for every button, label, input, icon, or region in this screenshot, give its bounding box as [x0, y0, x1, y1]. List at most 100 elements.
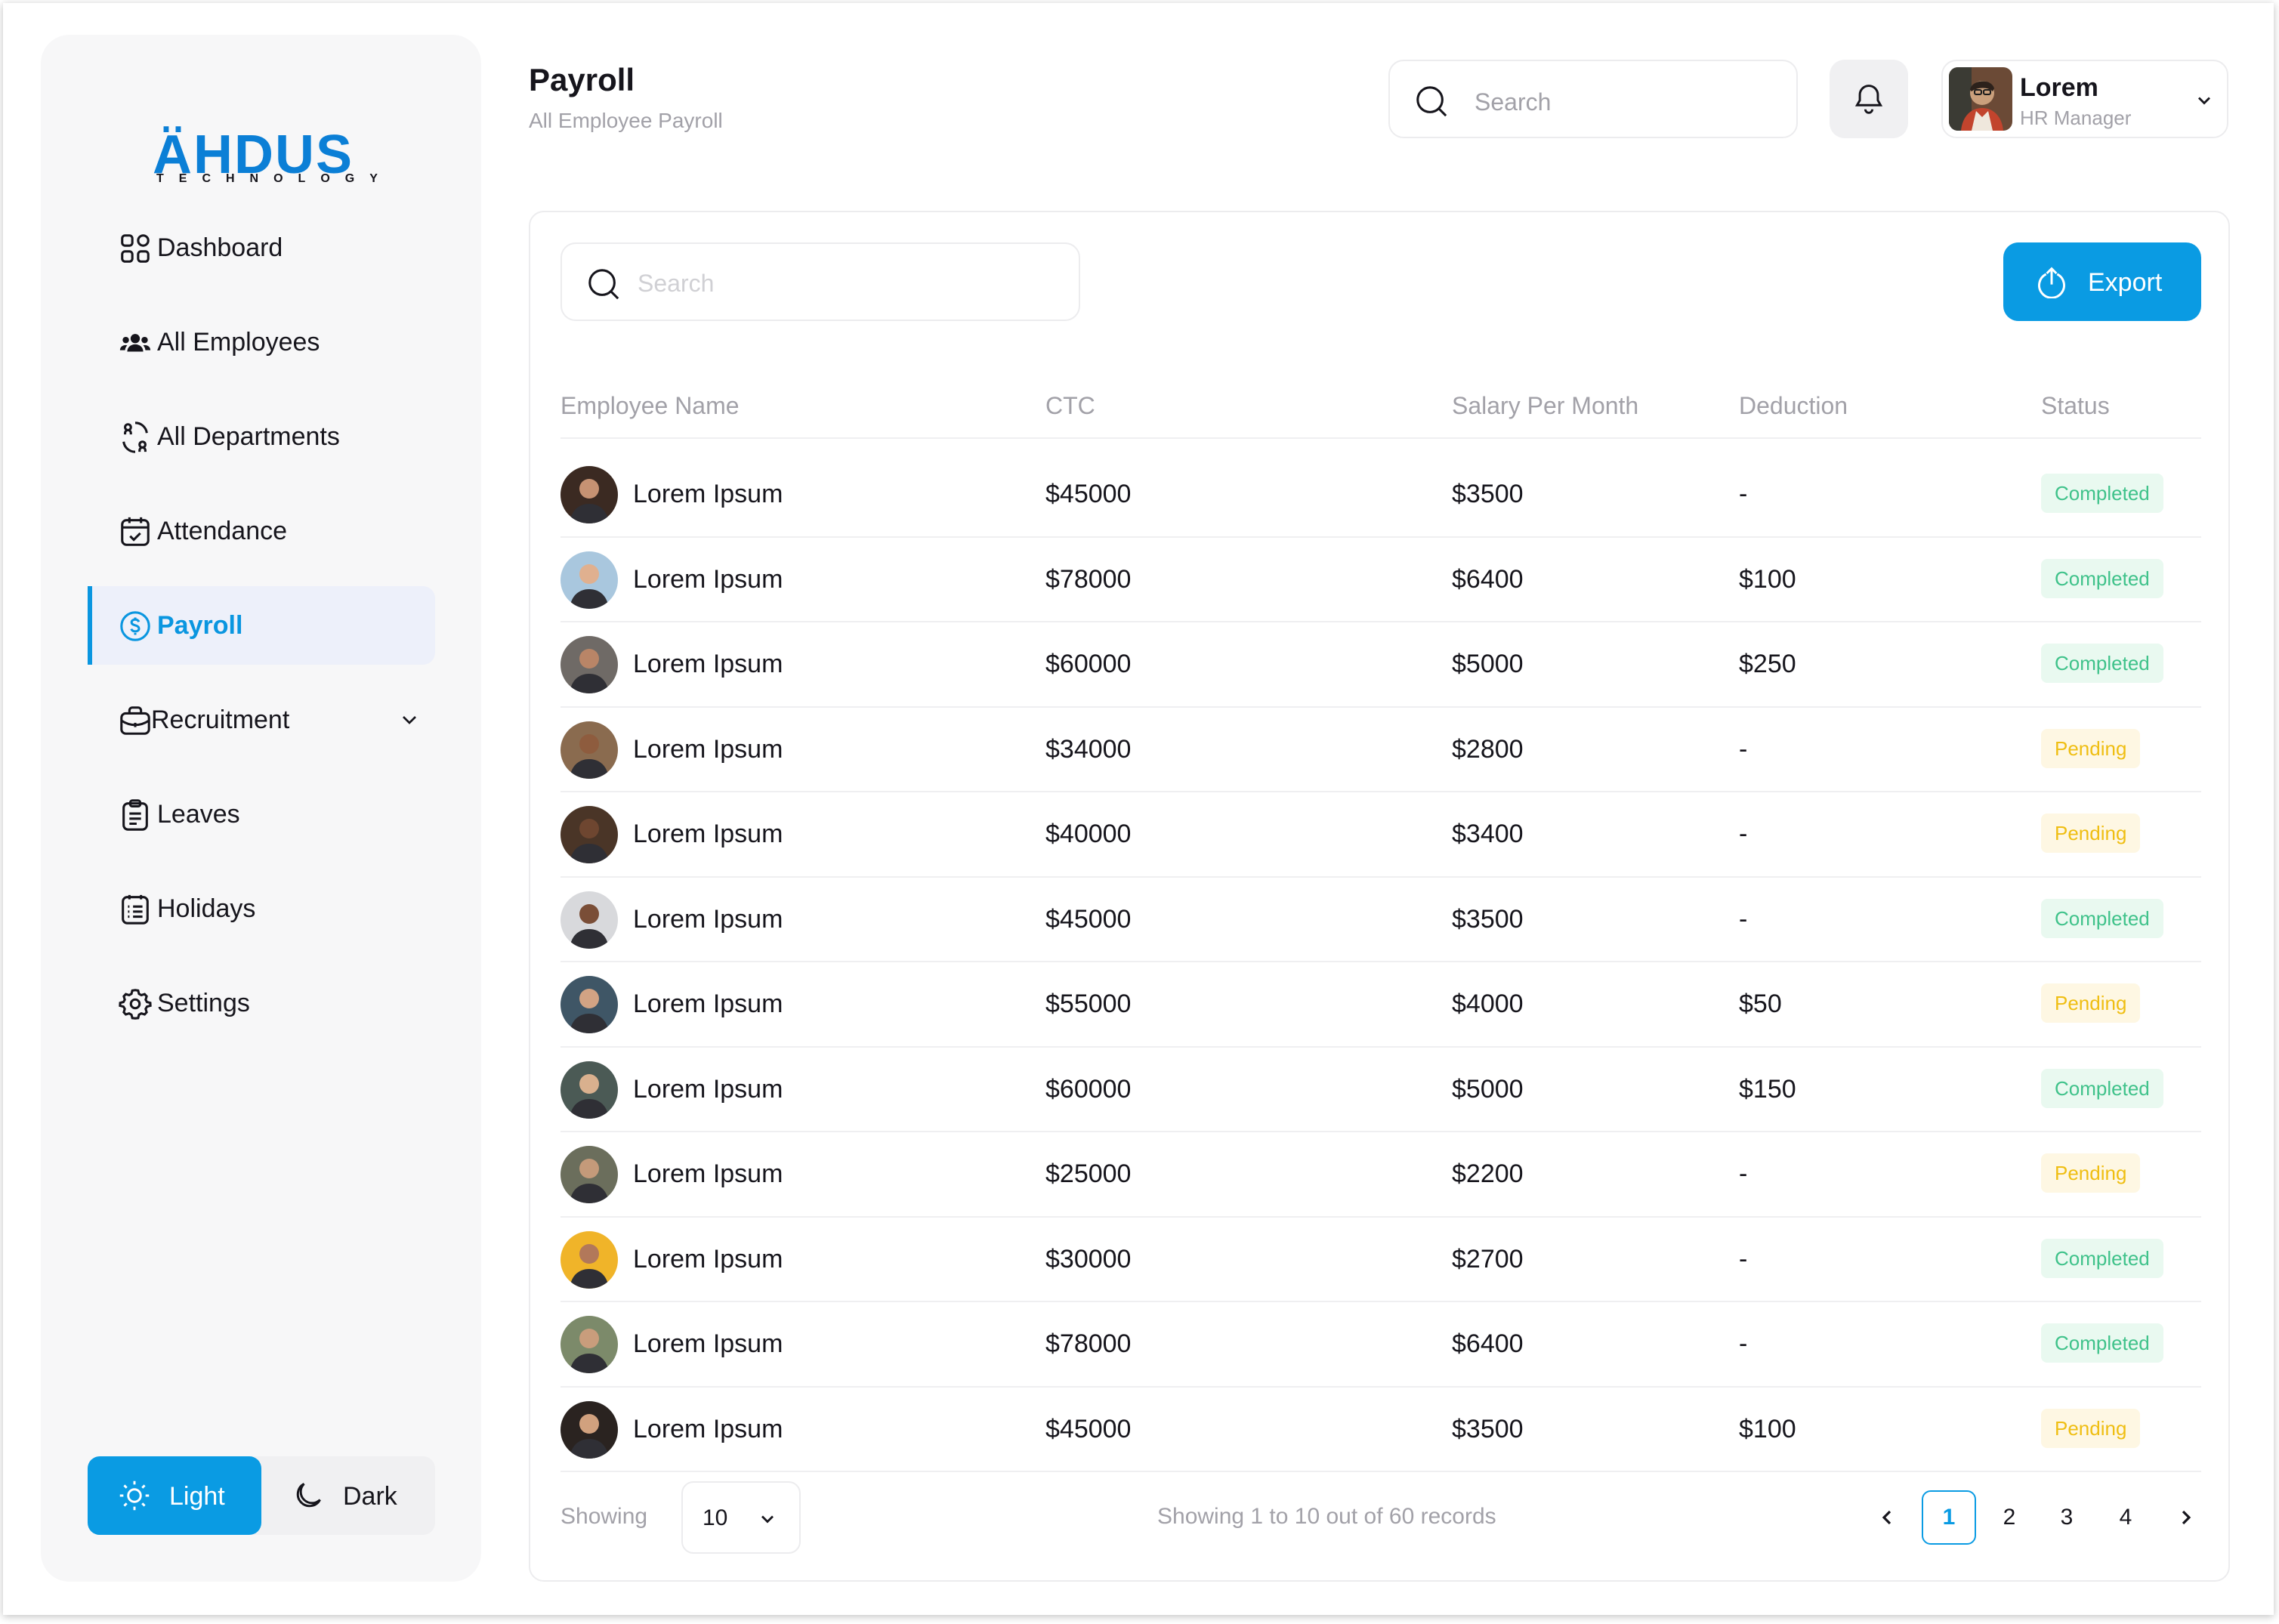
- sidebar-item-label: Recruitment: [151, 705, 290, 734]
- table-row[interactable]: Lorem Ipsum $60000 $5000 $150 Completed: [560, 1048, 2201, 1132]
- sun-icon: [119, 1480, 150, 1511]
- table-row[interactable]: Lorem Ipsum $40000 $3400 - Pending: [560, 792, 2201, 878]
- sidebar-item-all-employees[interactable]: All Employees: [88, 303, 435, 381]
- ctc-value: $40000: [1045, 820, 1132, 848]
- table-row[interactable]: Lorem Ipsum $60000 $5000 $250 Completed: [560, 622, 2201, 708]
- table-row[interactable]: Lorem Ipsum $78000 $6400 - Completed: [560, 1302, 2201, 1388]
- employee-name[interactable]: Lorem Ipsum: [633, 1075, 783, 1104]
- page-button-1[interactable]: 1: [1922, 1490, 1976, 1545]
- page-size-select[interactable]: 10: [681, 1481, 801, 1554]
- sidebar-item-payroll[interactable]: Payroll: [88, 586, 435, 665]
- chevron-down-icon: [761, 1515, 774, 1524]
- chevron-down-icon[interactable]: [397, 708, 422, 732]
- column-header-employee-name[interactable]: Employee Name: [560, 392, 740, 420]
- avatar: [560, 1061, 618, 1119]
- user-profile-menu[interactable]: Lorem HR Manager: [1941, 60, 2228, 138]
- export-label: Export: [2088, 268, 2163, 297]
- table-search: [560, 242, 1080, 321]
- table-row[interactable]: Lorem Ipsum $45000 $3500 - Completed: [560, 878, 2201, 962]
- employee-name[interactable]: Lorem Ipsum: [633, 905, 783, 934]
- company-logo[interactable]: ÄHDUS TECHNOLOGY: [116, 88, 378, 193]
- employee-name[interactable]: Lorem Ipsum: [633, 1415, 783, 1444]
- employee-name[interactable]: Lorem Ipsum: [633, 820, 783, 849]
- sidebar-nav: Dashboard All Employees All Departments …: [88, 208, 435, 1058]
- salary-value: $2700: [1452, 1244, 1524, 1274]
- column-header-deduction[interactable]: Deduction: [1739, 392, 1848, 420]
- sidebar-item-settings[interactable]: Settings: [88, 964, 435, 1042]
- employee-name[interactable]: Lorem Ipsum: [633, 735, 783, 764]
- page-button-3[interactable]: 3: [2040, 1490, 2094, 1545]
- sidebar-item-label: Attendance: [157, 516, 288, 545]
- ctc-value: $55000: [1045, 990, 1132, 1018]
- page-button-2[interactable]: 2: [1982, 1490, 2037, 1545]
- records-info: Showing 1 to 10 out of 60 records: [1157, 1504, 1496, 1529]
- employee-name[interactable]: Lorem Ipsum: [633, 480, 783, 509]
- light-theme-button[interactable]: Light: [88, 1456, 261, 1535]
- user-name: Lorem: [2020, 73, 2098, 102]
- table-row[interactable]: Lorem Ipsum $30000 $2700 - Completed: [560, 1218, 2201, 1302]
- salary-value: $3400: [1452, 820, 1524, 848]
- status-badge: Completed: [2041, 558, 2163, 598]
- sidebar-item-recruitment[interactable]: Recruitment: [88, 681, 435, 759]
- table-row[interactable]: Lorem Ipsum $45000 $3500 - Completed: [560, 452, 2201, 538]
- column-header-ctc[interactable]: CTC: [1045, 392, 1095, 420]
- salary-value: $3500: [1452, 904, 1524, 934]
- calendar-check-icon: [121, 517, 150, 546]
- sidebar-item-attendance[interactable]: Attendance: [88, 492, 435, 570]
- table-row[interactable]: Lorem Ipsum $78000 $6400 $100 Completed: [560, 538, 2201, 622]
- deduction-value: $250: [1739, 650, 1796, 678]
- avatar: [560, 551, 618, 609]
- departments-icon: [122, 421, 148, 453]
- table-row[interactable]: Lorem Ipsum $45000 $3500 $100 Pending: [560, 1388, 2201, 1472]
- page-title: Payroll: [529, 62, 635, 97]
- avatar: [560, 976, 618, 1033]
- dollar-circle-icon: [120, 611, 150, 641]
- app-frame: ÄHDUS TECHNOLOGY Dashboard All Employees…: [3, 3, 2274, 1615]
- chevron-down-icon: [2198, 97, 2210, 105]
- brand-tagline: TECHNOLOGY: [156, 172, 393, 185]
- export-button[interactable]: Export: [2003, 242, 2201, 321]
- deduction-value: -: [1739, 1329, 1748, 1358]
- salary-value: $4000: [1452, 990, 1524, 1018]
- page-button-4[interactable]: 4: [2098, 1490, 2153, 1545]
- table-row[interactable]: Lorem Ipsum $34000 $2800 - Pending: [560, 708, 2201, 792]
- ctc-value: $34000: [1045, 734, 1132, 764]
- theme-toggle: Light Dark: [88, 1456, 435, 1535]
- employee-name[interactable]: Lorem Ipsum: [633, 650, 783, 679]
- table-row[interactable]: Lorem Ipsum $25000 $2200 - Pending: [560, 1132, 2201, 1218]
- status-badge: Completed: [2041, 1323, 2163, 1363]
- table-row[interactable]: Lorem Ipsum $55000 $4000 $50 Pending: [560, 962, 2201, 1048]
- ctc-value: $60000: [1045, 650, 1132, 678]
- salary-value: $3500: [1452, 1414, 1524, 1443]
- sidebar-item-label: Settings: [157, 988, 250, 1017]
- employee-name[interactable]: Lorem Ipsum: [633, 1159, 783, 1189]
- global-search-input[interactable]: Search: [1388, 60, 1798, 138]
- next-page-button[interactable]: [2159, 1490, 2213, 1545]
- gear-icon: [119, 989, 152, 1020]
- sidebar-item-dashboard[interactable]: Dashboard: [88, 208, 435, 287]
- deduction-value: -: [1739, 904, 1748, 934]
- dashboard-grid-icon: [121, 234, 150, 263]
- prev-page-button[interactable]: [1860, 1490, 1914, 1545]
- sidebar-item-leaves[interactable]: Leaves: [88, 775, 435, 854]
- employee-name[interactable]: Lorem Ipsum: [633, 990, 783, 1019]
- avatar: [560, 466, 618, 523]
- sidebar-item-label: Payroll: [157, 610, 243, 640]
- sidebar-item-holidays[interactable]: Holidays: [88, 869, 435, 948]
- employee-name[interactable]: Lorem Ipsum: [633, 565, 783, 594]
- table-search-input[interactable]: [638, 265, 1061, 301]
- column-header-status[interactable]: Status: [2041, 392, 2110, 420]
- clipboard-icon: [122, 799, 148, 831]
- employee-name[interactable]: Lorem Ipsum: [633, 1329, 783, 1359]
- ctc-value: $45000: [1045, 1414, 1132, 1443]
- status-badge: Pending: [2041, 1408, 2141, 1448]
- status-badge: Completed: [2041, 1238, 2163, 1278]
- employee-name[interactable]: Lorem Ipsum: [633, 1245, 783, 1274]
- status-badge: Completed: [2041, 644, 2163, 683]
- salary-value: $5000: [1452, 1074, 1524, 1104]
- table-body: Lorem Ipsum $45000 $3500- Completed Lorem Ip…: [560, 452, 2201, 1472]
- column-header-salary-per-month[interactable]: Salary Per Month: [1452, 392, 1638, 420]
- notifications-button[interactable]: [1830, 60, 1908, 138]
- sidebar-item-all-departments[interactable]: All Departments: [88, 397, 435, 476]
- dark-theme-button[interactable]: Dark: [261, 1456, 435, 1535]
